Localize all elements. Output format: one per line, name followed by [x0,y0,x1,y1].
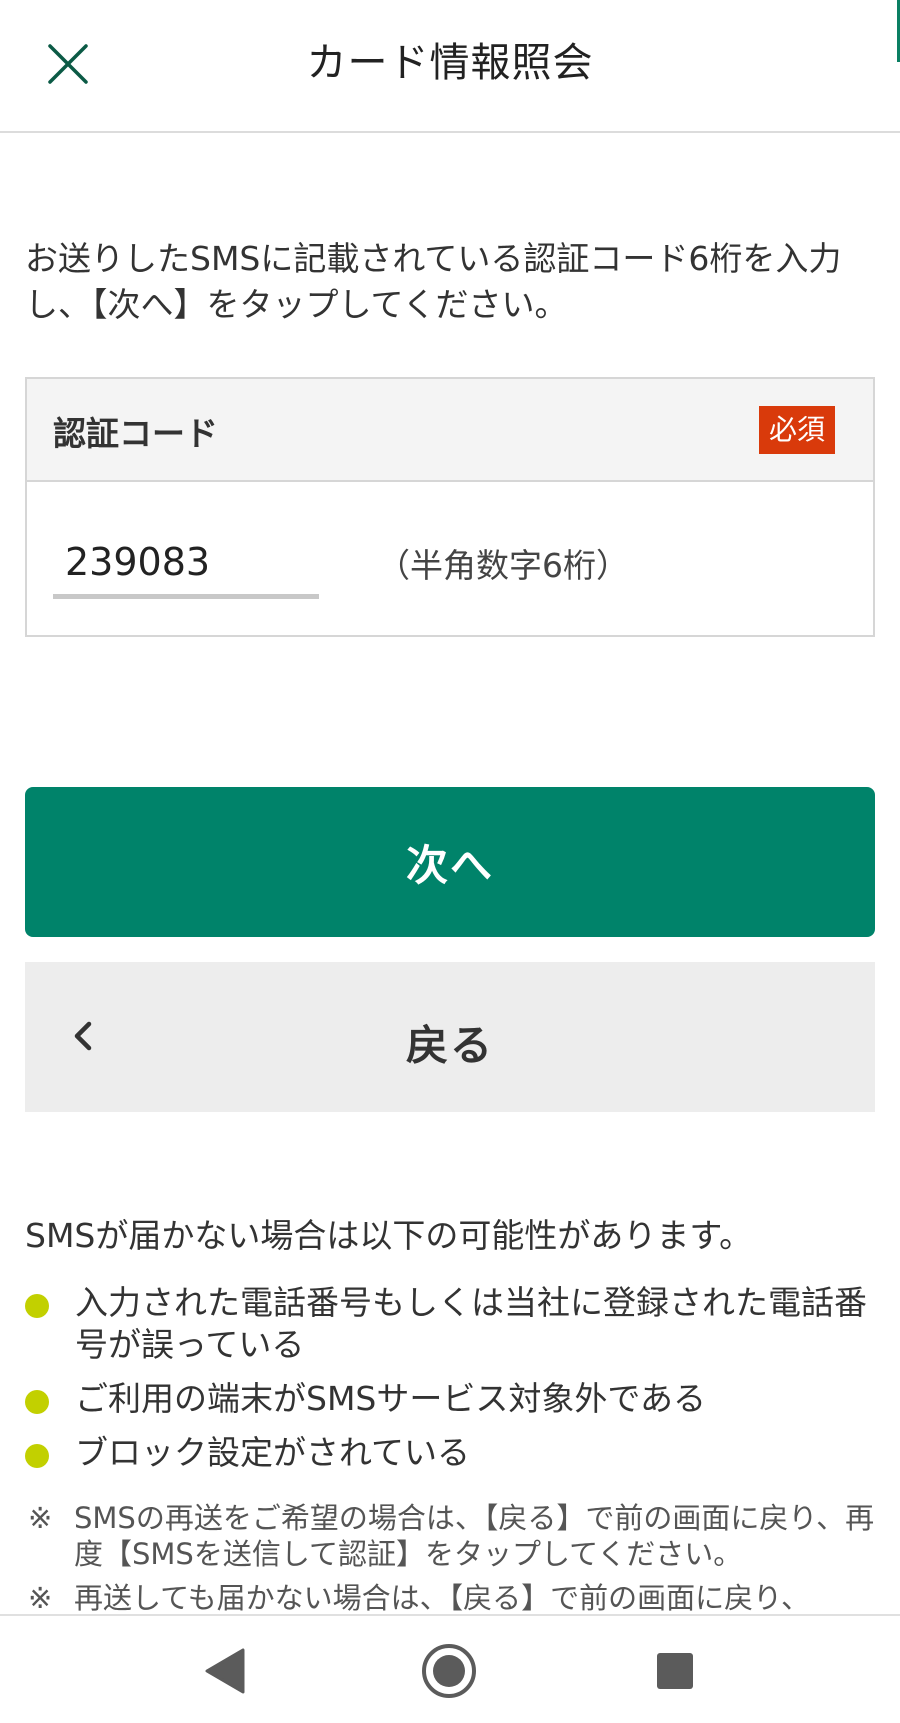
bullet-dot-icon [25,1294,49,1318]
auth-code-input[interactable] [53,529,319,599]
system-recents-button[interactable] [640,1636,710,1706]
list-item-text: ブロック設定がされている [75,1433,471,1472]
list-item: ブロック設定がされている [25,1432,875,1474]
list-item-text: 入力された電話番号もしくは当社に登録された電話番号が誤っている [75,1283,867,1364]
remarks-list: ※ SMSの再送をご希望の場合は、【戻る】で前の画面に戻り、再度【SMSを送信し… [28,1500,878,1624]
remark-mark: ※ [28,1581,53,1615]
page: カード情報照会 お送りしたSMSに記載されている認証コード6桁を入力し、【次へ】… [0,0,900,1723]
home-circle-icon [422,1644,476,1698]
remark-text: 再送しても届かない場合は、【戻る】で前の画面に戻り、 [74,1581,811,1615]
list-item: 入力された電話番号もしくは当社に登録された電話番号が誤っている [25,1282,875,1366]
remark-item: ※ SMSの再送をご希望の場合は、【戻る】で前の画面に戻り、再度【SMSを送信し… [28,1500,878,1572]
bullet-dot-icon [25,1390,49,1414]
square-recents-icon [657,1653,693,1689]
bullet-dot-icon [25,1444,49,1468]
system-home-button[interactable] [414,1636,484,1706]
instruction-text: お送りしたSMSに記載されている認証コード6桁を入力し、【次へ】をタップしてくだ… [25,239,842,324]
input-hint: （半角数字6桁） [377,546,629,585]
next-button[interactable]: 次へ [25,787,875,937]
list-item: ご利用の端末がSMSサービス対象外である [25,1378,875,1420]
required-badge: 必須 [758,406,835,454]
app-header: カード情報照会 [0,0,900,133]
system-back-button[interactable] [190,1636,260,1706]
form-header: 認証コード 必須 [27,379,873,482]
remark-mark: ※ [28,1501,53,1535]
back-button-label: 戻る [405,1021,494,1070]
system-nav-bar [0,1614,900,1723]
notes-heading: SMSが届かない場合は以下の可能性があります。 [25,1216,753,1255]
list-item-text: ご利用の端末がSMSサービス対象外である [75,1379,707,1418]
auth-code-label: 認証コード [53,414,218,453]
back-button[interactable]: 戻る [25,962,875,1112]
triangle-back-icon [205,1648,245,1694]
remark-text: SMSの再送をご希望の場合は、【戻る】で前の画面に戻り、再度【SMSを送信して認… [74,1501,875,1571]
auth-code-form: 認証コード 必須 （半角数字6桁） [25,377,875,637]
reasons-list: 入力された電話番号もしくは当社に登録された電話番号が誤っている ご利用の端末がS… [25,1282,875,1486]
page-title: カード情報照会 [306,40,594,86]
remark-item: ※ 再送しても届かない場合は、【戻る】で前の画面に戻り、 [28,1580,878,1616]
